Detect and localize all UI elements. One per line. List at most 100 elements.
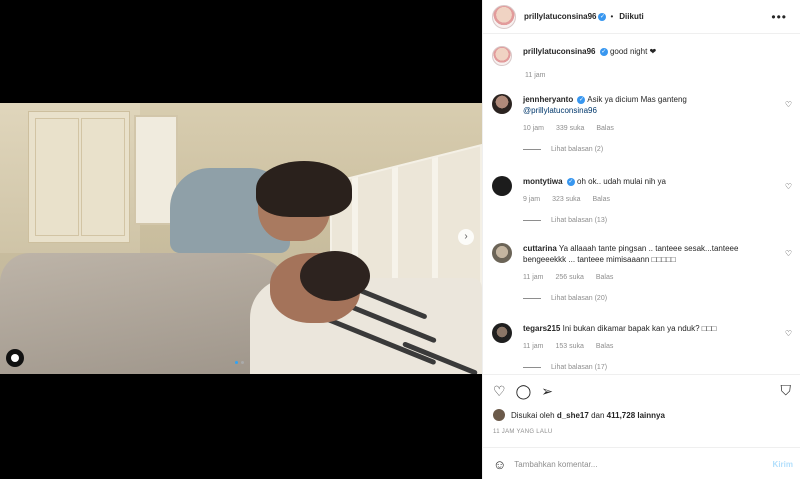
comment-like-count[interactable]: 256 suka <box>555 274 583 281</box>
comment-body: jennheryanto ✓ Asik ya dicium Mas ganten… <box>523 94 768 155</box>
comment-username[interactable]: cuttarina <box>523 244 557 253</box>
heart-icon[interactable]: ♡ <box>493 383 506 400</box>
comment-item: montytiwa ✓ oh ok.. udah mulai nih ya 9 … <box>492 176 798 243</box>
comment-like-count[interactable]: 339 suka <box>556 125 584 132</box>
reply-line <box>523 220 541 221</box>
comment-item: cuttarina Ya allaaah tante pingsan .. ta… <box>492 243 798 323</box>
liked-by-join: dan <box>591 410 605 420</box>
comment-list[interactable]: jennheryanto ✓ Asik ya dicium Mas ganten… <box>492 94 798 372</box>
emoji-icon[interactable]: ☺ <box>493 457 506 472</box>
comment-meta: 9 jam 323 suka Balas <box>523 194 768 205</box>
post-panel: prillylatuconsina96 ✓ • Diikuti ••• pril… <box>482 0 800 479</box>
caption-text: prillylatuconsina96 ✓ good night ❤ <box>523 46 656 57</box>
comment-time: 10 jam <box>523 125 545 132</box>
photo-cabinet-door <box>35 118 79 236</box>
comment-time: 11 jam <box>523 343 544 350</box>
comment-mention-link[interactable]: @prillylatuconsina96 <box>523 106 597 115</box>
comment-avatar[interactable] <box>492 94 512 114</box>
comment-reply-button[interactable]: Balas <box>596 125 614 132</box>
comment-body: tegars215 Ini bukan dikamar bapak kan ya… <box>523 323 768 372</box>
comment-meta: 10 jam 339 suka Balas <box>523 123 768 134</box>
photo-pillow-stripe <box>323 315 437 366</box>
comment-icon[interactable]: ◯ <box>516 383 532 400</box>
comment-reply-button[interactable]: Balas <box>592 196 610 203</box>
carousel-dot-active <box>235 361 238 364</box>
comment-like-heart-icon[interactable]: ♡ <box>785 249 792 258</box>
comment-row: cuttarina Ya allaaah tante pingsan .. ta… <box>492 243 798 304</box>
follow-status-button[interactable]: Diikuti <box>619 12 643 21</box>
author-avatar[interactable] <box>492 4 516 29</box>
comment-row: tegars215 Ini bukan dikamar bapak kan ya… <box>492 323 798 372</box>
comment-time: 11 jam <box>523 274 544 281</box>
carousel-indicator <box>235 361 244 364</box>
caption-body: good night ❤ <box>609 47 657 56</box>
share-icon[interactable]: ➢ <box>541 383 553 400</box>
liked-by: Disukai oleh d_she17 dan 411,728 lainnya <box>493 409 665 421</box>
comment-like-heart-icon[interactable]: ♡ <box>785 182 792 191</box>
view-replies-button[interactable]: Lihat balasan (2) <box>523 144 768 155</box>
comment-reply-button[interactable]: Balas <box>596 274 614 281</box>
comment-reply-button[interactable]: Balas <box>596 343 614 350</box>
more-options-icon[interactable]: ••• <box>771 10 787 24</box>
view-replies-label: Lihat balasan (2) <box>551 146 604 153</box>
view-replies-label: Lihat balasan (17) <box>551 364 608 371</box>
comment-row: jennheryanto ✓ Asik ya dicium Mas ganten… <box>492 94 798 155</box>
comment-item: jennheryanto ✓ Asik ya dicium Mas ganten… <box>492 94 798 176</box>
caption-avatar[interactable] <box>492 46 512 66</box>
user-glyph <box>11 354 19 362</box>
comment-input[interactable]: Tambahkan komentar... <box>514 460 772 469</box>
add-comment-bar: ☺ Tambahkan komentar... Kirim <box>483 447 800 479</box>
comment-username[interactable]: jennheryanto <box>523 95 573 104</box>
liked-by-avatar[interactable] <box>493 409 505 421</box>
posted-time[interactable]: 11 JAM YANG LALU <box>493 429 553 435</box>
photo-cabinet-door <box>81 118 125 236</box>
comment-body: montytiwa ✓ oh ok.. udah mulai nih ya 9 … <box>523 176 768 226</box>
post-actions: ♡ ◯ ➢ ⛉ Disukai oleh d_she17 dan 411,728… <box>483 374 800 479</box>
verified-badge-icon: ✓ <box>566 177 575 186</box>
verified-badge-icon: ✓ <box>598 12 607 21</box>
liked-by-user[interactable]: d_she17 <box>557 411 589 420</box>
comment-avatar[interactable] <box>492 323 512 343</box>
comment-body: cuttarina Ya allaaah tante pingsan .. ta… <box>523 243 768 304</box>
action-icons: ♡ ◯ ➢ <box>493 383 553 400</box>
liked-by-prefix: Disukai oleh <box>511 410 555 420</box>
post-photo[interactable] <box>0 103 482 374</box>
comment-like-heart-icon[interactable]: ♡ <box>785 329 792 338</box>
comment-username[interactable]: tegars215 <box>523 324 560 333</box>
comment-username[interactable]: montytiwa <box>523 177 563 186</box>
comment-text: Ini bukan dikamar bapak kan ya nduk? □□□ <box>562 324 717 333</box>
comment-time: 9 jam <box>523 196 541 203</box>
comment-meta: 11 jam 256 suka Balas <box>523 272 768 283</box>
photo-woman-hair <box>300 251 370 301</box>
carousel-dot <box>241 361 244 364</box>
comment-like-heart-icon[interactable]: ♡ <box>785 100 792 109</box>
caption-row: prillylatuconsina96 ✓ good night ❤ <box>492 46 792 66</box>
photo-cabinet <box>28 111 130 243</box>
instagram-post-view: › prillylatuconsina96 ✓ • Diikuti ••• pr… <box>0 0 800 479</box>
comment-text: oh ok.. udah mulai nih ya <box>577 177 666 186</box>
photo-pillow-stripe <box>401 341 479 374</box>
view-replies-button[interactable]: Lihat balasan (13) <box>523 215 768 226</box>
comment-like-count[interactable]: 323 suka <box>552 196 580 203</box>
comment-row: montytiwa ✓ oh ok.. udah mulai nih ya 9 … <box>492 176 798 226</box>
caption-time: 11 jam <box>525 72 546 79</box>
comment-avatar[interactable] <box>492 243 512 263</box>
view-replies-label: Lihat balasan (20) <box>551 295 608 302</box>
send-comment-button[interactable]: Kirim <box>773 460 793 469</box>
tagged-user-icon[interactable] <box>6 349 24 367</box>
post-caption: prillylatuconsina96 ✓ good night ❤ 11 ja… <box>492 46 792 79</box>
bookmark-icon[interactable]: ⛉ <box>781 382 792 399</box>
carousel-next-button[interactable]: › <box>458 229 474 245</box>
comment-meta: 11 jam 153 suka Balas <box>523 341 768 352</box>
view-replies-button[interactable]: Lihat balasan (20) <box>523 293 768 304</box>
comment-avatar[interactable] <box>492 176 512 196</box>
photo-man-hair <box>256 161 352 217</box>
reply-line <box>523 367 541 368</box>
post-header: prillylatuconsina96 ✓ • Diikuti ••• <box>483 0 800 34</box>
comment-item: tegars215 Ini bukan dikamar bapak kan ya… <box>492 323 798 372</box>
liked-by-count[interactable]: 411,728 lainnya <box>607 411 665 420</box>
comment-like-count[interactable]: 153 suka <box>555 343 583 350</box>
caption-username[interactable]: prillylatuconsina96 <box>523 47 595 56</box>
view-replies-button[interactable]: Lihat balasan (17) <box>523 362 768 372</box>
author-username[interactable]: prillylatuconsina96 <box>524 12 596 21</box>
